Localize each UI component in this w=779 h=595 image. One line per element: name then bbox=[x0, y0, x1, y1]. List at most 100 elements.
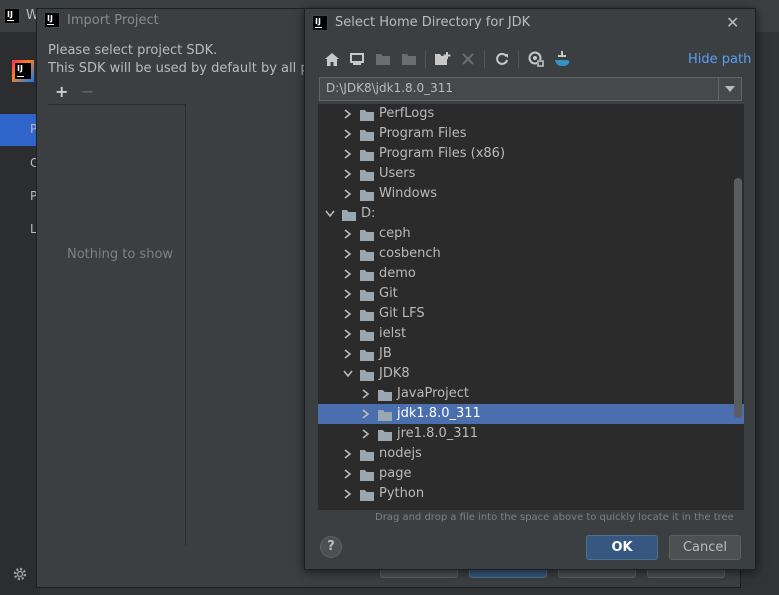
tree-row[interactable]: Program Files bbox=[318, 124, 744, 144]
folder-icon bbox=[378, 388, 392, 401]
chevron-right-icon[interactable] bbox=[342, 348, 354, 360]
tree-row[interactable]: ielst bbox=[318, 324, 744, 344]
tree-row[interactable]: page bbox=[318, 464, 744, 484]
settings-gear-icon[interactable] bbox=[12, 566, 28, 586]
tree-row-label: Windows bbox=[379, 186, 438, 201]
tree-row-label: Git LFS bbox=[379, 306, 425, 321]
chevron-right-icon[interactable] bbox=[360, 408, 372, 420]
import-dialog-logo-icon: IJ bbox=[44, 12, 60, 28]
tree-row[interactable]: cosbench bbox=[318, 244, 744, 264]
show-hidden-icon[interactable] bbox=[526, 49, 546, 69]
desktop-icon[interactable] bbox=[347, 49, 367, 69]
new-folder-icon[interactable] bbox=[433, 49, 453, 69]
tree-row[interactable]: D: bbox=[318, 204, 744, 224]
hide-path-link[interactable]: Hide path bbox=[688, 52, 751, 67]
tree-row[interactable]: Users bbox=[318, 164, 744, 184]
chevron-right-icon[interactable] bbox=[342, 128, 354, 140]
chevron-right-icon[interactable] bbox=[342, 168, 354, 180]
chevron-right-icon[interactable] bbox=[342, 248, 354, 260]
path-combobox[interactable]: D:\JDK8\jdk1.8.0_311 bbox=[319, 77, 742, 101]
tree-row[interactable]: Git bbox=[318, 284, 744, 304]
folder-icon bbox=[360, 368, 374, 381]
tree-row-label: jre1.8.0_311 bbox=[397, 426, 479, 441]
tree-scrollbar[interactable] bbox=[734, 178, 742, 418]
folder-icon bbox=[360, 228, 374, 241]
chevron-right-icon[interactable] bbox=[342, 488, 354, 500]
ok-button[interactable]: OK bbox=[586, 535, 658, 560]
chevron-right-icon[interactable] bbox=[342, 108, 354, 120]
chevron-down-icon[interactable] bbox=[324, 208, 336, 220]
folder-icon bbox=[360, 248, 374, 261]
directory-tree[interactable]: PerfLogs Program Files Program Files (x86)… bbox=[318, 104, 744, 510]
path-input[interactable]: D:\JDK8\jdk1.8.0_311 bbox=[326, 81, 453, 95]
tree-row[interactable]: demo bbox=[318, 264, 744, 284]
chevron-right-icon[interactable] bbox=[342, 228, 354, 240]
chevron-right-icon[interactable] bbox=[360, 388, 372, 400]
chevron-right-icon[interactable] bbox=[342, 448, 354, 460]
remove-sdk-button[interactable]: − bbox=[81, 82, 94, 101]
chevron-right-icon[interactable] bbox=[342, 468, 354, 480]
folder-icon bbox=[360, 288, 374, 301]
tree-row[interactable]: Windows bbox=[318, 184, 744, 204]
tree-row[interactable]: jdk1.8.0_311 bbox=[318, 404, 744, 424]
chevron-right-icon[interactable] bbox=[342, 328, 354, 340]
toolbar-separator bbox=[425, 50, 426, 68]
chevron-right-icon[interactable] bbox=[342, 308, 354, 320]
tree-row[interactable]: Program Files (x86) bbox=[318, 144, 744, 164]
chevron-right-icon[interactable] bbox=[342, 188, 354, 200]
folder-icon bbox=[360, 128, 374, 141]
help-button[interactable]: ? bbox=[320, 536, 342, 558]
chevron-right-icon[interactable] bbox=[342, 268, 354, 280]
tree-row-label: cosbench bbox=[379, 246, 441, 261]
folder-icon bbox=[360, 268, 374, 281]
tree-row[interactable]: JB bbox=[318, 344, 744, 364]
chevron-down-icon[interactable] bbox=[342, 368, 354, 380]
tree-row-label: ceph bbox=[379, 226, 411, 241]
chevron-right-icon[interactable] bbox=[360, 428, 372, 440]
cancel-button[interactable]: Cancel bbox=[669, 535, 741, 560]
folder-icon bbox=[378, 428, 392, 441]
tree-row-label: D: bbox=[361, 206, 376, 221]
tree-row[interactable]: PerfLogs bbox=[318, 104, 744, 124]
tree-row-label: Git bbox=[379, 286, 398, 301]
tree-row[interactable]: Git LFS bbox=[318, 304, 744, 324]
tree-row[interactable]: Python bbox=[318, 484, 744, 504]
tree-row[interactable]: JavaProject bbox=[318, 384, 744, 404]
folder-icon bbox=[360, 168, 374, 181]
tree-row-label: ielst bbox=[379, 326, 407, 341]
refresh-icon[interactable] bbox=[492, 49, 512, 69]
intellij-logo-icon: IJ bbox=[4, 8, 20, 24]
tree-row[interactable]: ceph bbox=[318, 224, 744, 244]
jdk-icon[interactable] bbox=[552, 49, 572, 69]
folder-icon bbox=[360, 148, 374, 161]
chevron-right-icon[interactable] bbox=[342, 288, 354, 300]
folder-icon bbox=[360, 468, 374, 481]
add-sdk-button[interactable]: + bbox=[55, 82, 68, 101]
tree-row-label: Program Files (x86) bbox=[379, 146, 506, 161]
tree-row-label: Users bbox=[379, 166, 416, 181]
tree-row-label: demo bbox=[379, 266, 416, 281]
tree-row-label: JB bbox=[379, 346, 392, 361]
chevron-right-icon[interactable] bbox=[342, 148, 354, 160]
import-dialog-title: Import Project bbox=[67, 13, 159, 28]
drive-icon bbox=[342, 208, 356, 221]
import-dialog-message: Please select project SDK. This SDK will… bbox=[48, 43, 334, 76]
tree-row[interactable]: nodejs bbox=[318, 444, 744, 464]
jdk-dialog-title: Select Home Directory for JDK bbox=[335, 15, 531, 30]
tree-row[interactable]: JDK8 bbox=[318, 364, 744, 384]
tree-row[interactable]: jre1.8.0_311 bbox=[318, 424, 744, 444]
home-icon[interactable] bbox=[322, 49, 342, 69]
close-icon[interactable]: ✕ bbox=[726, 13, 739, 32]
folder-icon bbox=[360, 108, 374, 121]
tree-row-label: JDK8 bbox=[379, 366, 410, 381]
delete-icon[interactable] bbox=[458, 49, 478, 69]
folder-icon bbox=[360, 308, 374, 321]
empty-list-text: Nothing to show bbox=[67, 247, 174, 262]
folder-icon bbox=[360, 348, 374, 361]
module-folder-icon[interactable] bbox=[399, 49, 419, 69]
jdk-dialog-logo-icon: IJ bbox=[312, 15, 328, 31]
chevron-down-icon[interactable] bbox=[718, 78, 741, 100]
project-folder-icon[interactable] bbox=[373, 49, 393, 69]
folder-icon bbox=[378, 408, 392, 421]
drag-drop-hint: Drag and drop a file into the space abov… bbox=[375, 512, 734, 523]
